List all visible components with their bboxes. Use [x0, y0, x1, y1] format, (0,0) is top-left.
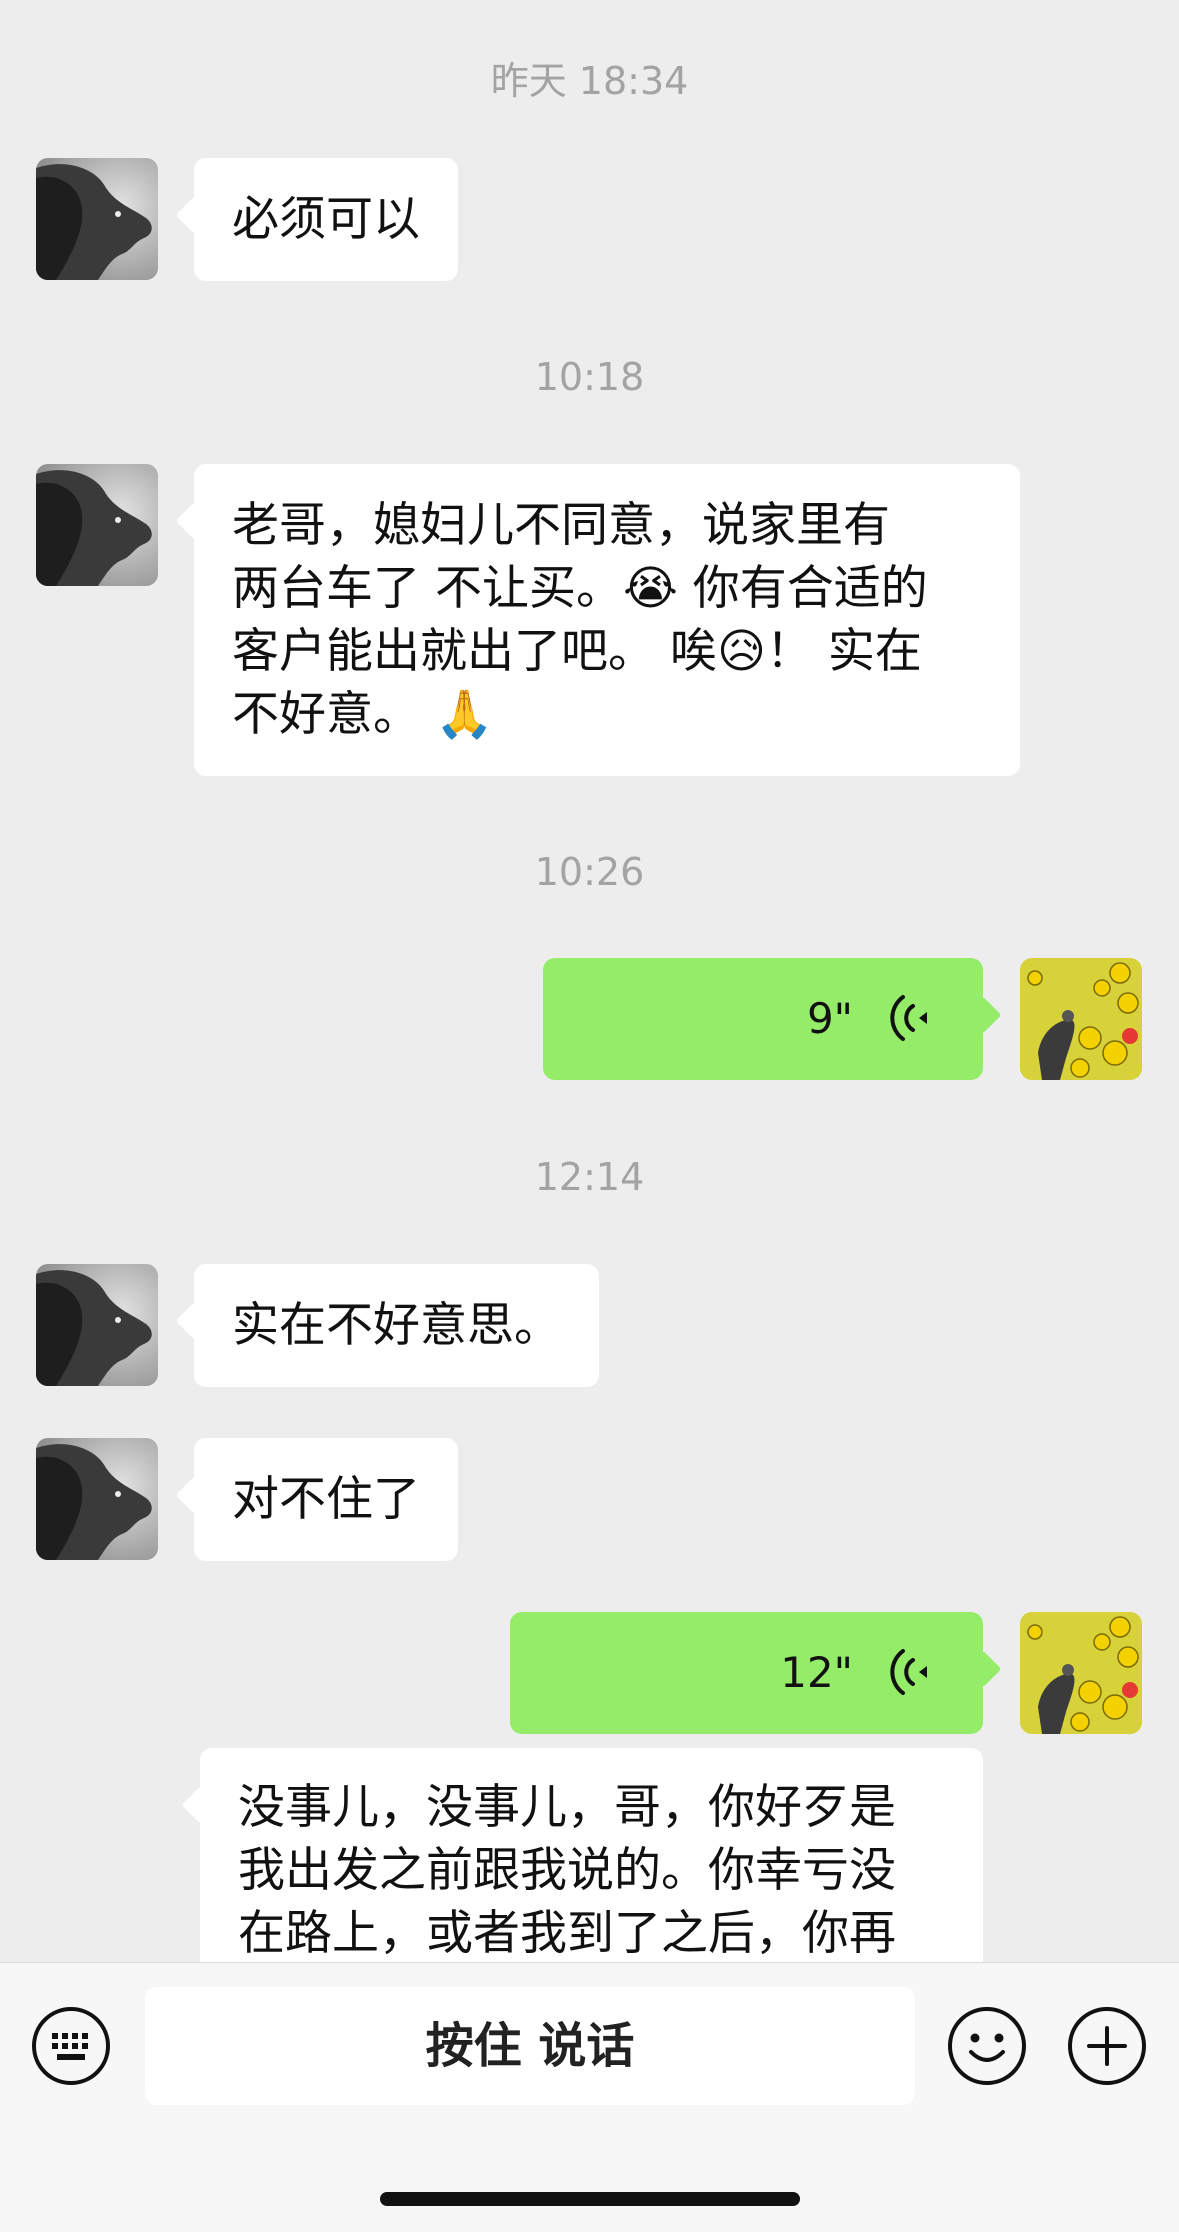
message-bubble-incoming[interactable]: 必须可以: [194, 158, 458, 281]
smile-icon[interactable]: [947, 2006, 1027, 2086]
message-line: 老哥，媳妇儿不同意，说家里有: [232, 498, 890, 553]
message-line: 客户能出就出了吧。 唉😥！ 实在: [232, 624, 922, 679]
message-bubble-incoming[interactable]: 对不住了: [194, 1438, 458, 1561]
keyboard-icon[interactable]: [31, 2006, 111, 2086]
message-bubble-incoming[interactable]: 实在不好意思。: [194, 1264, 599, 1387]
chat-area[interactable]: 昨天 18:34 必须可以 10:18 老哥，媳妇儿不同意，说家里有 两台车了 …: [0, 0, 1179, 1962]
timestamp: 10:18: [534, 355, 645, 399]
lion-avatar-image: [36, 464, 158, 586]
plus-icon[interactable]: [1067, 2006, 1147, 2086]
timestamp: 10:26: [534, 850, 645, 894]
message-text: 必须可以: [232, 192, 420, 247]
contact-avatar[interactable]: [36, 158, 158, 280]
message-line: 没事儿，没事儿，哥，你好歹是: [238, 1780, 896, 1835]
contact-avatar[interactable]: [36, 1438, 158, 1560]
message-line: 在路上，或者我到了之后，你再: [238, 1906, 896, 1961]
message-bubble-partial[interactable]: 没事儿，没事儿，哥，你好歹是 我出发之前跟我说的。你幸亏没 在路上，或者我到了之…: [200, 1748, 983, 1962]
lion-avatar-image: [36, 158, 158, 280]
voice-duration: 12": [780, 1648, 853, 1697]
my-avatar[interactable]: [1020, 1612, 1142, 1734]
my-avatar[interactable]: [1020, 958, 1142, 1080]
message-line: 不好意。 🙏: [232, 687, 494, 742]
voice-wave-icon: [890, 1649, 927, 1695]
timestamp: 12:14: [534, 1155, 645, 1199]
home-indicator[interactable]: [380, 2192, 800, 2206]
message-line: 两台车了 不让买。😭 你有合适的: [232, 561, 928, 616]
message-text: 对不住了: [232, 1472, 420, 1527]
contact-avatar[interactable]: [36, 464, 158, 586]
contact-avatar[interactable]: [36, 1264, 158, 1386]
timestamp: 昨天 18:34: [490, 59, 689, 103]
voice-message-bubble[interactable]: 9": [543, 958, 983, 1080]
lion-avatar-image: [36, 1264, 158, 1386]
smiley-avatar-image: [1020, 1612, 1142, 1734]
smiley-avatar-image: [1020, 958, 1142, 1080]
message-bubble-incoming[interactable]: 老哥，媳妇儿不同意，说家里有 两台车了 不让买。😭 你有合适的 客户能出就出了吧…: [194, 464, 1020, 776]
lion-avatar-image: [36, 1438, 158, 1560]
voice-message-bubble[interactable]: 12": [510, 1612, 983, 1734]
hold-to-talk-button[interactable]: 按住 说话: [145, 1987, 915, 2105]
message-line: 我出发之前跟我说的。你幸亏没: [238, 1843, 896, 1898]
message-text: 实在不好意思。: [232, 1298, 561, 1353]
voice-duration: 9": [806, 994, 853, 1043]
voice-wave-icon: [890, 995, 927, 1041]
